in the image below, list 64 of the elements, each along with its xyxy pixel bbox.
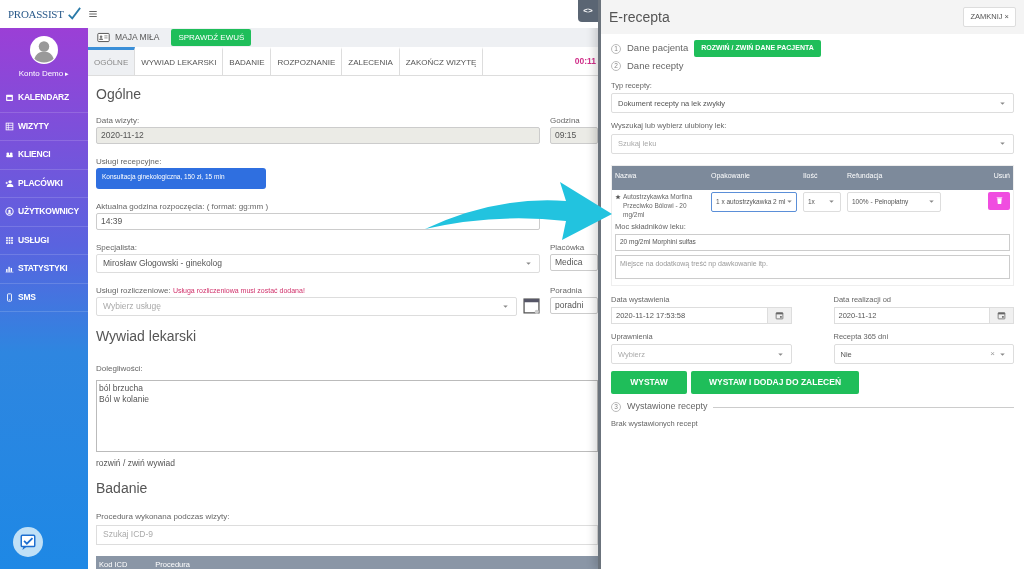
phone-icon (5, 292, 14, 302)
account-link[interactable]: Konto Demo (18, 68, 64, 80)
caret-icon (827, 197, 836, 206)
field-label: Usługi recepcyjne: (96, 156, 163, 166)
input-field[interactable]: poradni (550, 297, 598, 314)
chat-button[interactable] (13, 527, 43, 557)
panel-toggle-button[interactable]: <> (578, 0, 598, 22)
field-label: Data wizyty: (96, 115, 141, 125)
sidebar-item[interactable]: WIZYTY (0, 112, 88, 141)
table-icon (5, 121, 14, 131)
text-area[interactable]: ból brzucha Ból w kolanie (96, 380, 598, 452)
field-label: Procedura wykonana podczas wizyty: (96, 510, 231, 523)
field-label: Aktualna godzina rozpoczęcia: ( format: gg:mm ) (96, 201, 270, 211)
panel-title: E-recepta (609, 7, 670, 27)
sidebar-item[interactable]: KALENDARZ (0, 84, 88, 113)
bar-chart-icon (5, 264, 14, 274)
calendar-button[interactable] (523, 298, 540, 315)
dropdown[interactable]: Mirosław Głogowski - ginekolog (96, 254, 540, 273)
user-icon (5, 207, 14, 217)
field-label: Placówka (550, 242, 586, 252)
person-plus-icon (5, 178, 14, 188)
caret-icon (785, 197, 795, 206)
delete-button[interactable] (988, 191, 1010, 210)
sidebar-item[interactable]: PLACÓWKI (0, 169, 88, 198)
grid-icon (5, 235, 14, 245)
caret-icon (927, 197, 936, 206)
timer: 00:11 (574, 54, 597, 68)
patient-name: MAJA MIŁA (115, 31, 160, 44)
section-title: Wywiad lekarski (96, 327, 198, 346)
section-title: Badanie (96, 478, 149, 498)
field-label: Specjalista: (96, 242, 138, 252)
field-label: Godzina (550, 115, 581, 125)
caret-icon (524, 259, 533, 268)
trash-icon (994, 196, 1004, 205)
window-icon (523, 298, 540, 315)
sidebar-item[interactable]: SMS (0, 283, 88, 312)
checkmark-logo-icon (66, 7, 81, 21)
calendar-icon (997, 311, 1006, 320)
field-label: Poradnia (550, 285, 584, 295)
text-line: Ból w kolanie (99, 394, 150, 405)
id-card-icon (96, 31, 111, 44)
expand-link[interactable]: rozwiń / zwiń wywiad (96, 457, 175, 470)
input-field[interactable]: Medica (550, 254, 598, 271)
people-icon (5, 150, 14, 160)
logo-text: PROASSIST (8, 6, 64, 22)
section-title: Ogólne (96, 85, 143, 104)
check-message-icon (19, 533, 37, 551)
text-line: ból brzucha (99, 383, 143, 394)
step-label: Dane pacjenta (627, 41, 689, 56)
sidebar-item[interactable]: STATYSTYKI (0, 255, 88, 284)
field-label: Usługi rozliczeniowe: (96, 286, 172, 295)
sidebar-item[interactable]: USŁUGI (0, 226, 88, 255)
sidebar-item[interactable]: UŻYTKOWNICY (0, 198, 88, 227)
calendar-icon (774, 311, 784, 320)
menu-icon (88, 9, 98, 19)
input-field[interactable]: 14:39 (96, 213, 540, 230)
caret-icon (501, 302, 510, 311)
calendar-icon (5, 93, 14, 103)
step-label: Dane recepty (627, 58, 684, 73)
sidebar-item[interactable]: KLIENCI (0, 141, 88, 170)
step-label: Wystawione recepty (627, 400, 708, 414)
avatar-icon (30, 36, 58, 64)
caret-icon (998, 139, 1007, 148)
field-label: Dolegliwości: (96, 363, 144, 375)
